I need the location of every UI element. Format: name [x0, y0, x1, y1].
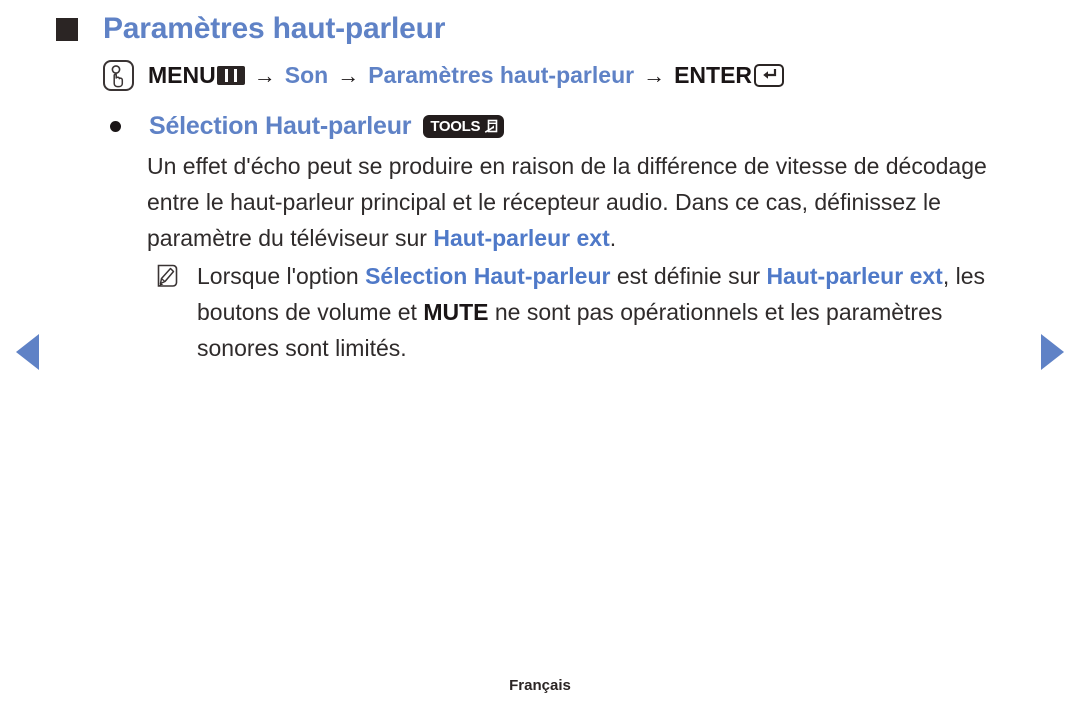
note-text: Lorsque l'option Sélection Haut-parleur …	[197, 258, 1015, 366]
path-arrow-1: →	[253, 62, 276, 88]
note-block: Lorsque l'option Sélection Haut-parleur …	[155, 258, 1015, 366]
previous-page-arrow[interactable]	[16, 334, 39, 370]
menu-path-menu-label: MENU	[148, 62, 216, 88]
page-title: Paramètres haut-parleur	[103, 12, 446, 45]
tools-badge-label: TOOLS	[430, 118, 481, 135]
note-text-part2: est définie sur	[610, 263, 767, 289]
enter-return-icon	[754, 64, 785, 87]
bullet-heading-label: Sélection Haut-parleur	[149, 112, 412, 140]
manual-page: Paramètres haut-parleur MENU → Son → Par…	[0, 0, 1080, 705]
note-highlight-haut-parleur-ext: Haut-parleur ext	[766, 263, 943, 289]
path-arrow-3: →	[643, 62, 666, 88]
path-arrow-2: →	[337, 62, 360, 88]
bullet-heading-row: Sélection Haut-parleur TOOLS	[110, 112, 505, 141]
title-square-marker	[56, 17, 78, 41]
page-title-row: Paramètres haut-parleur	[56, 12, 445, 46]
menu-path-enter-label: ENTER	[674, 62, 753, 88]
body-text-part2: .	[609, 225, 617, 251]
footer-language: Français	[509, 677, 571, 694]
menu-path: MENU → Son → Paramètres haut-parleur → E…	[103, 60, 785, 91]
body-highlight-haut-parleur-ext: Haut-parleur ext	[433, 225, 610, 251]
menu-path-step-son[interactable]: Son	[285, 62, 328, 89]
menu-path-step-settings[interactable]: Paramètres haut-parleur	[368, 62, 634, 89]
tools-window-icon	[483, 119, 498, 134]
tools-badge[interactable]: TOOLS	[423, 115, 505, 138]
menu-bars-icon	[216, 66, 245, 85]
note-pencil-icon	[155, 264, 180, 289]
note-highlight-selection: Sélection Haut-parleur	[365, 263, 611, 289]
body-paragraph: Un effet d'écho peut se produire en rais…	[147, 148, 1017, 256]
note-text-part1: Lorsque l'option	[197, 263, 366, 289]
note-bold-mute: MUTE	[423, 299, 489, 325]
touch-hand-icon	[103, 60, 134, 91]
next-page-arrow[interactable]	[1041, 334, 1064, 370]
bullet-dot-icon	[110, 121, 121, 132]
